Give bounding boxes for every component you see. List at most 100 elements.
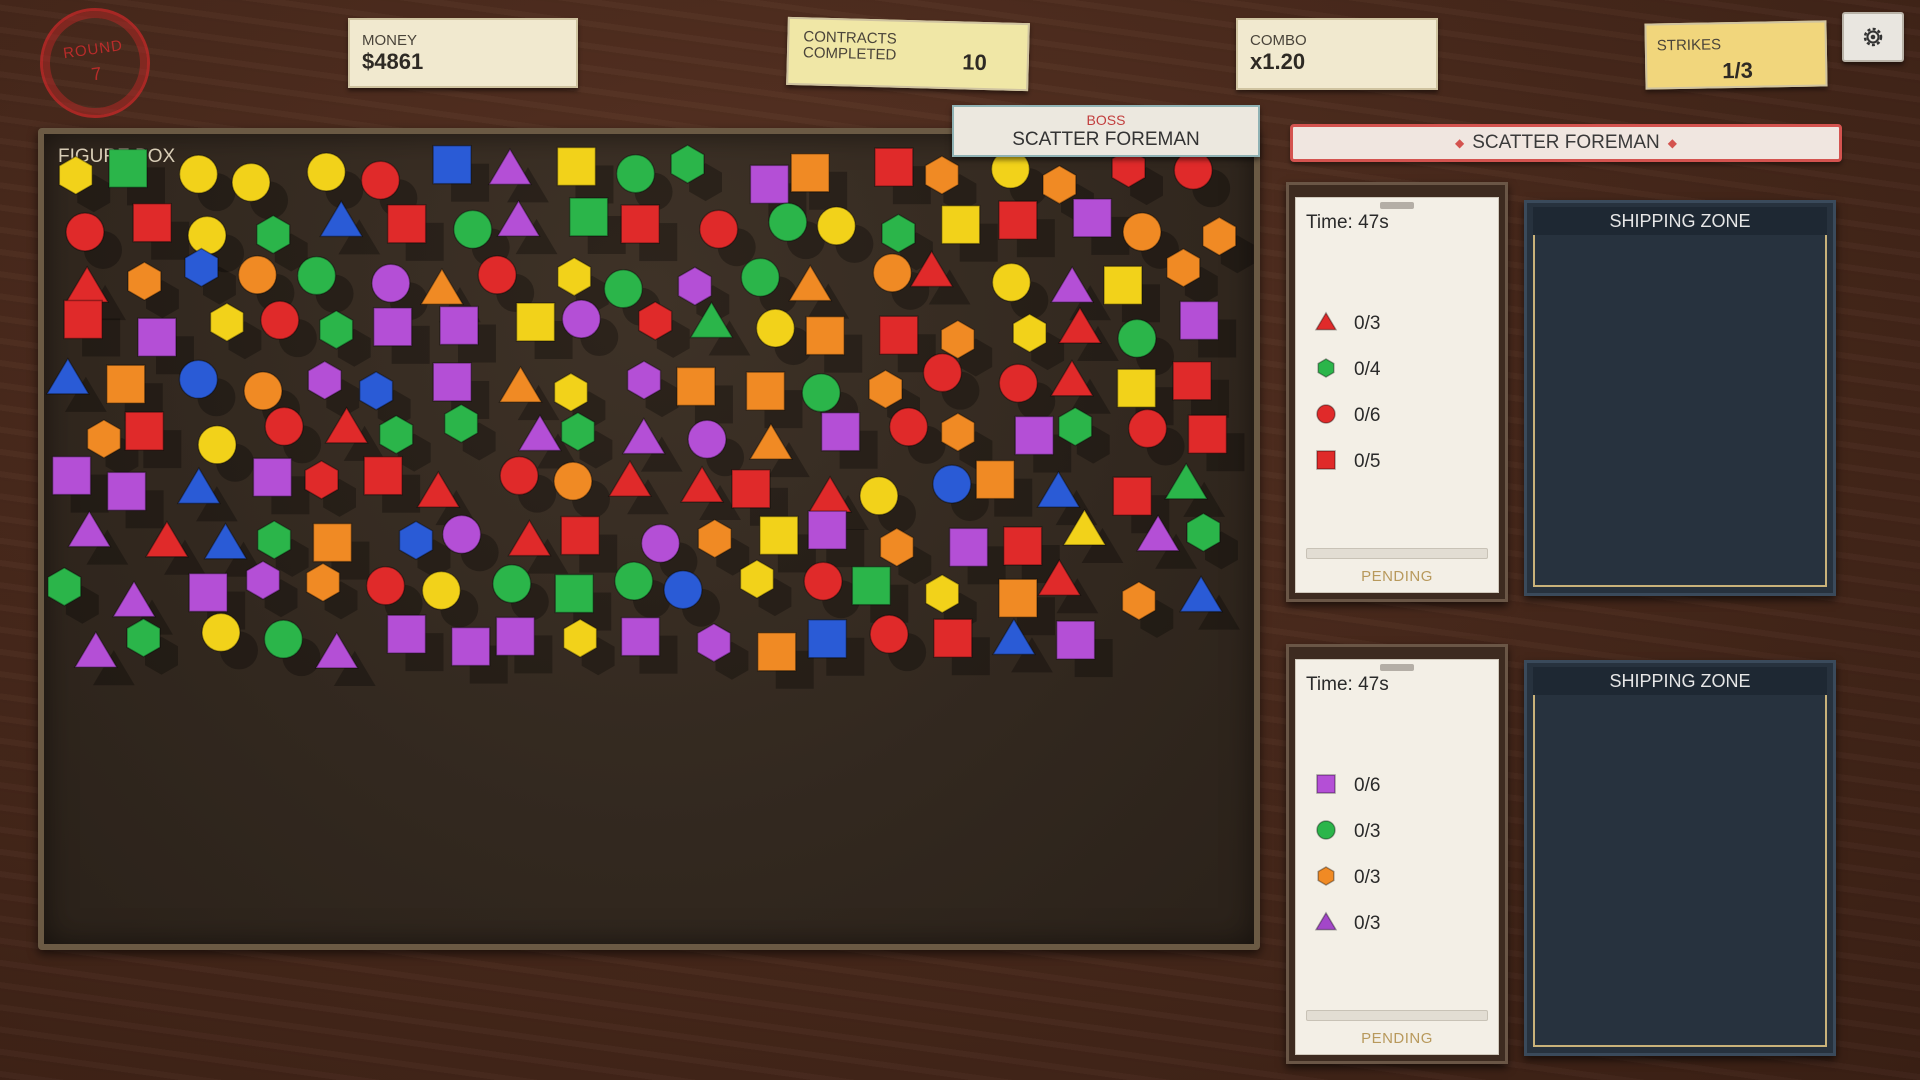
purple-triangle-figure[interactable] [73, 630, 135, 686]
yellow-circle-figure[interactable] [859, 476, 916, 533]
orange-square-figure[interactable] [805, 315, 863, 373]
red-triangle-figure[interactable] [324, 406, 386, 461]
yellow-circle-figure[interactable] [178, 154, 236, 212]
yellow-hexagon-figure[interactable] [58, 155, 111, 213]
red-circle-figure[interactable] [260, 300, 317, 358]
blue-square-figure[interactable] [807, 619, 865, 676]
red-hexagon-figure[interactable] [638, 301, 690, 358]
blue-square-figure[interactable] [432, 144, 490, 202]
green-circle-figure[interactable] [296, 255, 354, 313]
red-square-figure[interactable] [132, 202, 190, 260]
yellow-hexagon-figure[interactable] [1012, 313, 1065, 371]
purple-square-figure[interactable] [372, 307, 430, 364]
shipping-zone[interactable]: SHIPPING ZONE [1524, 200, 1836, 596]
red-square-figure[interactable] [1187, 414, 1245, 472]
purple-square-figure[interactable] [106, 471, 164, 529]
red-square-figure[interactable] [998, 200, 1055, 258]
green-square-figure[interactable] [108, 148, 166, 206]
blue-triangle-figure[interactable] [1178, 575, 1240, 630]
blue-circle-figure[interactable] [178, 359, 236, 417]
orange-hexagon-figure[interactable] [1202, 216, 1254, 274]
yellow-circle-figure[interactable] [201, 612, 259, 670]
yellow-circle-figure[interactable] [306, 152, 364, 210]
green-hexagon-figure[interactable] [670, 144, 722, 202]
yellow-circle-figure[interactable] [231, 162, 289, 220]
figure-box[interactable]: FIGURE BOX [38, 128, 1260, 950]
shipping-zone[interactable]: SHIPPING ZONE [1524, 660, 1836, 1056]
red-square-figure[interactable] [620, 204, 678, 262]
red-circle-figure[interactable] [998, 363, 1056, 421]
orange-hexagon-figure[interactable] [1121, 581, 1174, 638]
purple-hexagon-figure[interactable] [307, 360, 360, 418]
blue-triangle-figure[interactable] [45, 357, 107, 412]
purple-square-figure[interactable] [1055, 620, 1113, 678]
red-triangle-figure[interactable] [1049, 359, 1111, 414]
purple-hexagon-figure[interactable] [696, 622, 749, 680]
red-circle-figure[interactable] [888, 407, 946, 464]
green-circle-figure[interactable] [740, 257, 798, 315]
red-square-figure[interactable] [1172, 361, 1230, 418]
yellow-circle-figure[interactable] [990, 149, 1048, 207]
orange-hexagon-figure[interactable] [924, 155, 977, 213]
red-hexagon-figure[interactable] [1111, 148, 1163, 206]
purple-square-figure[interactable] [948, 527, 1006, 585]
red-circle-figure[interactable] [1127, 408, 1185, 466]
red-hexagon-figure[interactable] [304, 460, 356, 517]
purple-triangle-figure[interactable] [314, 631, 376, 687]
yellow-circle-figure[interactable] [755, 308, 813, 366]
red-square-figure[interactable] [386, 204, 444, 261]
red-circle-figure[interactable] [1173, 150, 1231, 208]
yellow-square-figure[interactable] [1103, 265, 1160, 323]
purple-square-figure[interactable] [439, 305, 496, 363]
red-square-figure[interactable] [560, 515, 618, 573]
yellow-circle-figure[interactable] [991, 262, 1049, 320]
purple-square-figure[interactable] [1072, 198, 1130, 255]
green-hexagon-figure[interactable] [47, 566, 99, 624]
purple-circle-figure[interactable] [441, 514, 499, 572]
orange-triangle-figure[interactable] [788, 263, 850, 319]
green-hexagon-figure[interactable] [319, 309, 371, 367]
yellow-hexagon-figure[interactable] [209, 302, 262, 360]
purple-hexagon-figure[interactable] [626, 360, 679, 418]
red-square-figure[interactable] [874, 147, 931, 205]
green-circle-figure[interactable] [768, 202, 825, 260]
green-square-figure[interactable] [568, 197, 626, 254]
settings-button[interactable] [1842, 12, 1904, 62]
orange-square-figure[interactable] [676, 366, 733, 424]
orange-hexagon-figure[interactable] [127, 261, 179, 319]
green-triangle-figure[interactable] [1163, 462, 1226, 517]
blue-circle-figure[interactable] [663, 569, 721, 627]
shipping-zone-drop-area[interactable] [1533, 669, 1827, 1047]
green-circle-figure[interactable] [263, 619, 321, 677]
orange-square-figure[interactable] [756, 631, 814, 689]
red-circle-figure[interactable] [365, 566, 423, 623]
purple-square-figure[interactable] [51, 455, 109, 513]
yellow-square-figure[interactable] [759, 515, 816, 573]
green-circle-figure[interactable] [1117, 318, 1175, 376]
green-hexagon-figure[interactable] [1186, 512, 1238, 570]
red-circle-figure[interactable] [698, 209, 756, 267]
purple-square-figure[interactable] [1179, 300, 1237, 358]
red-circle-figure[interactable] [869, 614, 927, 672]
red-triangle-figure[interactable] [144, 520, 206, 575]
orange-hexagon-figure[interactable] [1166, 247, 1218, 305]
purple-square-figure[interactable] [252, 457, 310, 515]
red-circle-figure[interactable] [264, 406, 322, 464]
purple-square-figure[interactable] [386, 614, 444, 672]
blue-triangle-figure[interactable] [319, 199, 381, 255]
purple-circle-figure[interactable] [687, 419, 745, 477]
orange-triangle-figure[interactable] [498, 365, 560, 421]
purple-triangle-figure[interactable] [487, 147, 549, 203]
yellow-circle-figure[interactable] [816, 206, 874, 263]
orange-square-figure[interactable] [745, 371, 803, 429]
green-hexagon-figure[interactable] [126, 617, 178, 675]
yellow-square-figure[interactable] [556, 146, 614, 204]
orange-circle-figure[interactable] [553, 461, 610, 519]
yellow-circle-figure[interactable] [421, 570, 479, 628]
orange-hexagon-figure[interactable] [697, 518, 750, 576]
yellow-circle-figure[interactable] [197, 425, 255, 482]
red-circle-figure[interactable] [65, 212, 122, 270]
purple-square-figure[interactable] [820, 411, 878, 469]
shipping-zone-drop-area[interactable] [1533, 209, 1827, 587]
yellow-square-figure[interactable] [940, 204, 998, 262]
